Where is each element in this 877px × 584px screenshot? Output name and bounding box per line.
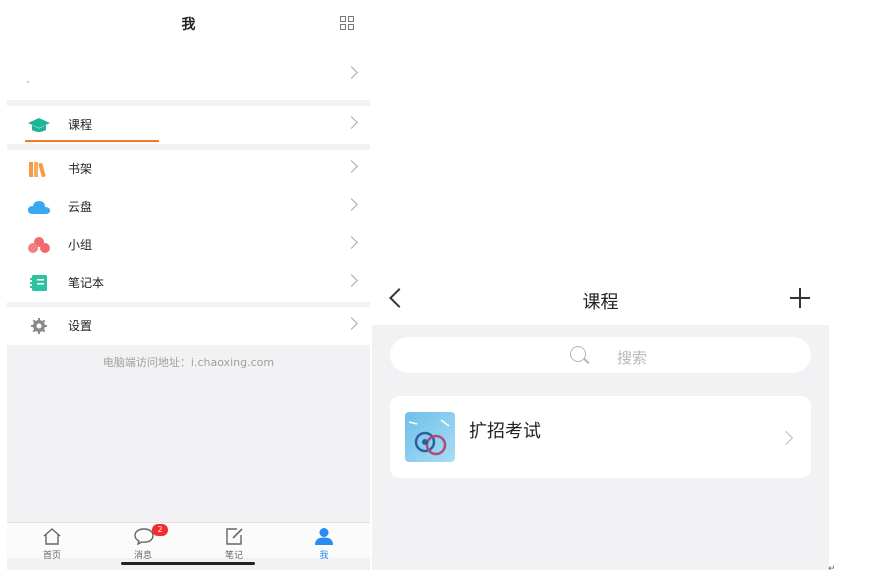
bottom-tab-bar: 首页 消息 2 笔记 我 [7, 522, 370, 561]
page-title: 我 [181, 17, 196, 33]
profile-row[interactable] [7, 46, 370, 100]
menu-label: 笔记本 [68, 276, 105, 290]
menu-item-settings[interactable]: 设置 [7, 307, 370, 345]
course-card[interactable]: 扩招考试 [390, 396, 811, 478]
menu-label: 课程 [68, 118, 93, 132]
menu-item-notebook[interactable]: 笔记本 [7, 264, 370, 302]
avatar-placeholder [27, 81, 29, 83]
qr-code-icon[interactable] [340, 16, 354, 30]
add-icon[interactable] [790, 288, 810, 308]
course-thumbnail [405, 412, 455, 462]
graduation-cap-icon [28, 118, 50, 132]
chevron-right-icon [345, 116, 358, 129]
tab-label: 消息 [133, 551, 152, 561]
me-header: 我 [7, 0, 370, 46]
chevron-right-icon [345, 160, 358, 173]
menu-label: 小组 [68, 238, 93, 252]
tab-label: 笔记 [224, 551, 243, 561]
chevron-right-icon [345, 274, 358, 287]
menu-label: 云盘 [68, 200, 93, 214]
page-title: 课程 [582, 292, 619, 313]
menu-label: 书架 [68, 162, 93, 176]
chevron-right-icon [345, 236, 358, 249]
chevron-right-icon [345, 317, 358, 330]
home-icon [43, 528, 61, 545]
menu-item-cloud[interactable]: 云盘 [7, 188, 370, 226]
message-badge: 2 [152, 524, 168, 536]
group-icon [28, 237, 50, 253]
cloud-icon [28, 201, 50, 214]
footer-url: 电脑端访问地址：i.chaoxing.com [102, 356, 275, 369]
search-placeholder: 搜索 [617, 349, 648, 367]
course-name: 扩招考试 [469, 421, 541, 442]
return-mark: ↵ [828, 564, 836, 574]
note-edit-icon [226, 528, 243, 545]
gear-icon [31, 318, 47, 334]
bookshelf-icon [29, 162, 46, 178]
tab-label: 我 [319, 551, 329, 561]
search-icon [570, 346, 586, 362]
tab-home[interactable]: 首页 [27, 527, 77, 561]
course-screen: 课程 搜索 扩招考试 [372, 275, 829, 570]
chevron-right-icon [345, 66, 358, 79]
notebook-icon [30, 275, 47, 291]
home-indicator [121, 562, 255, 565]
menu-item-group[interactable]: 小组 [7, 226, 370, 264]
user-icon [315, 528, 333, 545]
tab-label: 首页 [42, 551, 61, 561]
menu-item-course[interactable]: 课程 [7, 106, 370, 144]
tab-notes[interactable]: 笔记 [209, 527, 259, 561]
menu-item-bookshelf[interactable]: 书架 [7, 150, 370, 188]
chevron-right-icon [778, 430, 794, 446]
course-header: 课程 [372, 275, 829, 325]
me-screen: 我 课程 书架 云盘 小组 笔记本 设置 电脑端访问地址：i.chaoxing.… [7, 0, 370, 570]
highlight-underline [25, 140, 159, 142]
chevron-right-icon [345, 198, 358, 211]
menu-label: 设置 [68, 319, 93, 333]
tab-me[interactable]: 我 [299, 527, 349, 561]
search-input[interactable]: 搜索 [390, 337, 811, 373]
